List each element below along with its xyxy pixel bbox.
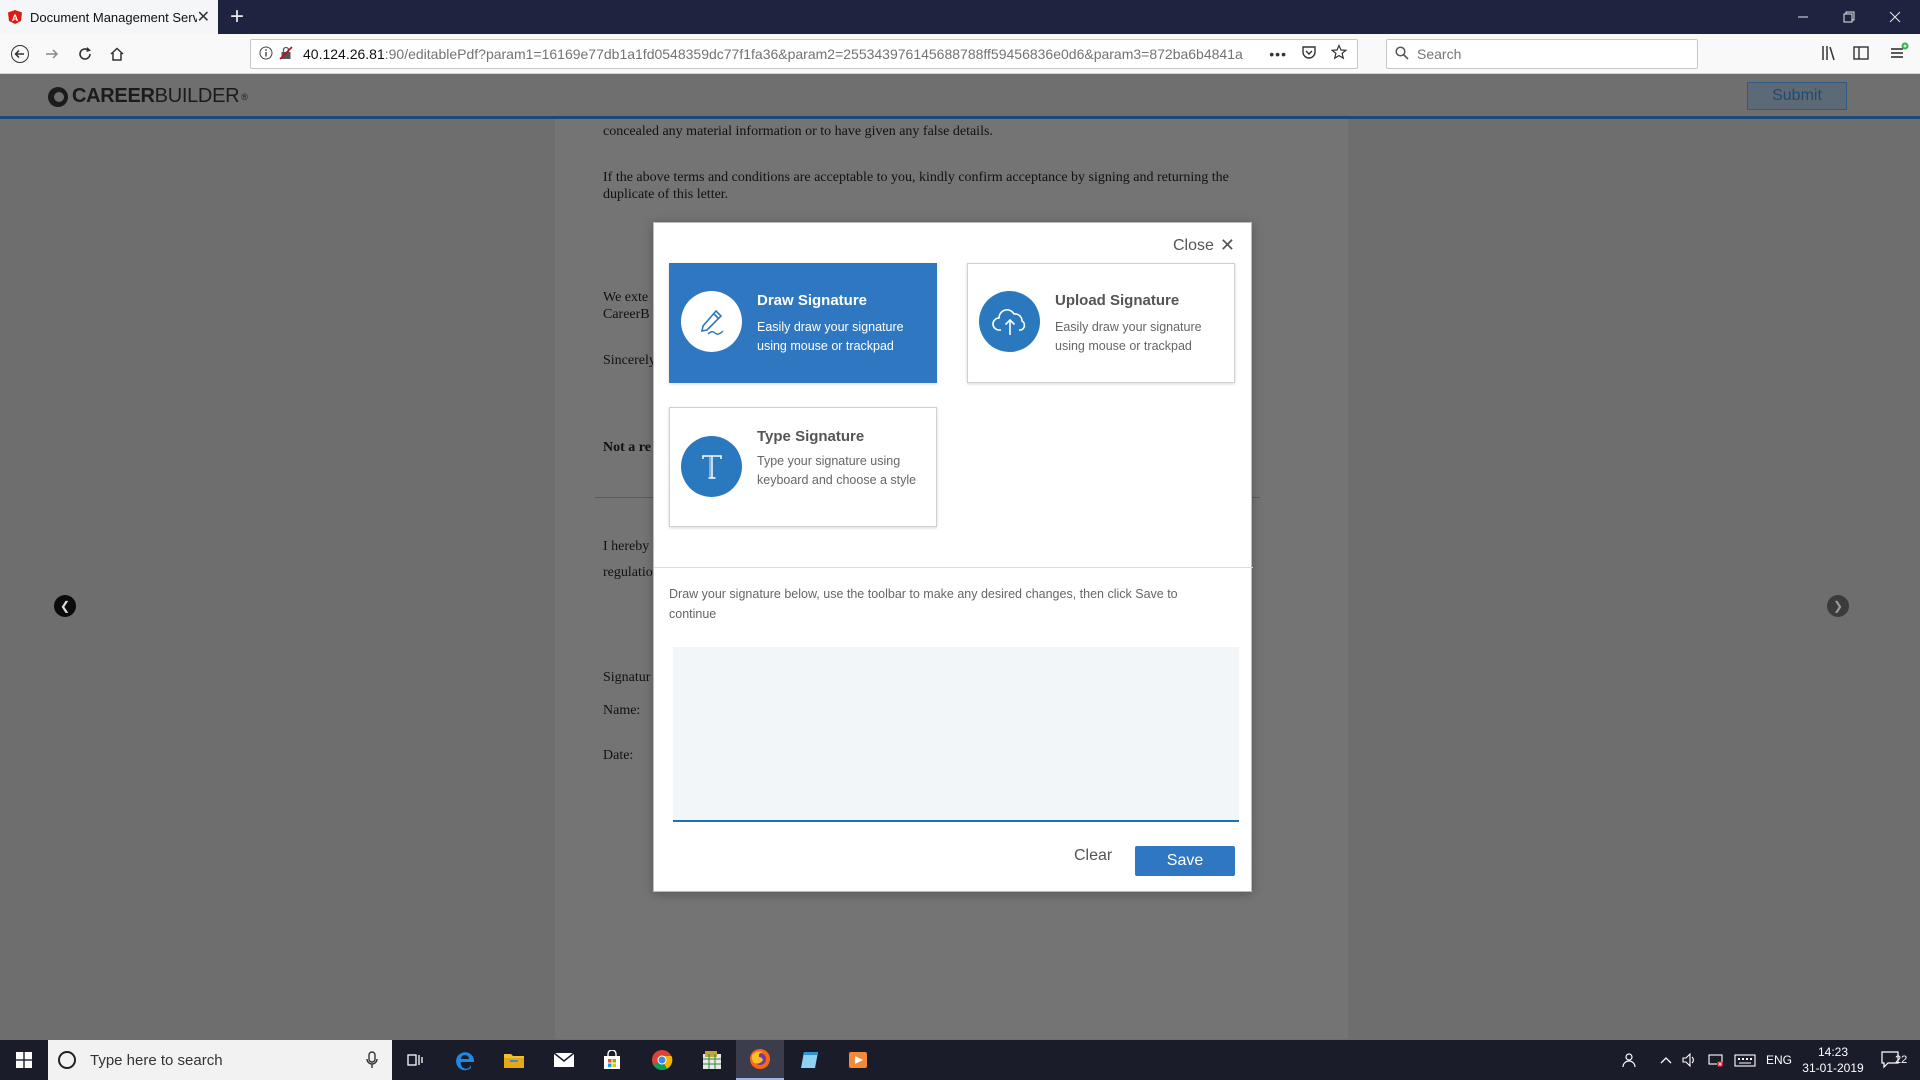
keyboard-icon[interactable] [1734,1040,1756,1080]
cortana-icon [58,1051,76,1069]
browser-titlebar: A Document Management Servic ✕ + [0,0,1920,34]
browser-navbar: 40.124.26.81:90/editablePdf?param1=16169… [0,34,1920,74]
notepad-icon[interactable] [786,1040,834,1080]
clear-button[interactable]: Clear [1074,847,1112,865]
option-description: Easily draw your signature using mouse o… [757,320,904,353]
site-header: CAREER BUILDER ® Submit [0,74,1920,119]
store-icon[interactable] [588,1040,636,1080]
pen-icon [681,291,742,352]
search-icon [1395,45,1409,63]
insecure-lock-icon[interactable] [279,45,293,63]
logo-text-regular: BUILDER [154,85,240,107]
info-icon[interactable] [259,46,273,63]
task-view-icon[interactable] [392,1040,440,1080]
url-path: :90/editablePdf?param1=16169e77db1a1fd05… [384,46,1243,62]
upload-signature-option[interactable]: Upload Signature Easily draw your signat… [967,263,1235,383]
taskbar-search[interactable]: Type here to search [48,1040,392,1080]
logo-registered: ® [241,91,248,102]
minimize-button[interactable] [1780,0,1826,34]
close-label: Close [1173,236,1214,254]
mail-icon[interactable] [540,1040,588,1080]
draw-signature-option[interactable]: Draw Signature Easily draw your signatur… [669,263,937,383]
clock-time: 14:23 [1817,1045,1849,1059]
close-button[interactable]: Close ✕ [1173,235,1235,256]
spreadsheet-app-icon[interactable] [688,1040,736,1080]
logo-mark-icon [48,86,68,107]
home-button[interactable] [103,40,131,68]
signature-modal: Close ✕ Draw Signature Easily draw your … [653,222,1253,892]
taskbar-search-placeholder: Type here to search [90,1051,223,1069]
language-indicator[interactable]: ENG [1766,1040,1792,1080]
firefox-icon[interactable] [736,1040,784,1080]
option-title: Type Signature [757,428,865,445]
pocket-icon[interactable] [1301,44,1317,63]
doc-paragraph: concealed any material information or to… [603,124,993,139]
angular-favicon-icon: A [8,10,22,24]
search-box[interactable] [1386,39,1698,69]
sidebar-icon[interactable] [1852,44,1870,62]
microphone-icon[interactable] [366,1051,378,1072]
signature-canvas[interactable] [673,647,1239,822]
new-tab-button[interactable]: + [230,3,244,31]
chrome-icon[interactable] [638,1040,686,1080]
edge-icon[interactable] [442,1040,490,1080]
tab-close-icon[interactable]: ✕ [197,7,210,27]
modal-divider [654,567,1253,568]
network-icon[interactable] [1708,1040,1724,1080]
restore-button[interactable] [1826,0,1872,34]
back-button[interactable] [6,40,34,68]
svg-text:A: A [12,13,19,23]
save-button[interactable]: Save [1135,846,1235,876]
browser-tab[interactable]: A Document Management Servic ✕ [0,0,218,34]
people-icon[interactable] [1622,1040,1638,1080]
draw-instructions: Draw your signature below, use the toolb… [669,587,1178,621]
notification-count: 22 [1895,1054,1908,1066]
file-explorer-icon[interactable] [490,1040,538,1080]
option-title: Upload Signature [1055,292,1180,309]
volume-icon[interactable] [1682,1040,1698,1080]
next-page-arrow-icon[interactable]: ❯ [1827,595,1849,617]
submit-button[interactable]: Submit [1747,82,1847,110]
option-description: Easily draw your signature using mouse o… [1055,320,1202,353]
menu-icon[interactable] [1888,42,1910,64]
reload-button[interactable] [71,40,99,68]
forward-button[interactable] [38,40,66,68]
library-icon[interactable] [1820,44,1838,62]
tab-title: Document Management Servic [30,9,197,25]
option-title: Draw Signature [757,292,868,309]
url-text[interactable]: 40.124.26.81:90/editablePdf?param1=16169… [303,46,1268,62]
windows-taskbar: Type here to search ENG 14:23 31-01-2019… [0,1040,1920,1080]
type-text-icon [681,436,742,497]
system-clock[interactable]: 14:23 31-01-2019 [1798,1044,1868,1076]
cloud-upload-icon [979,291,1040,352]
careerbuilder-logo: CAREER BUILDER ® [48,85,248,108]
url-bar[interactable]: 40.124.26.81:90/editablePdf?param1=16169… [250,39,1358,69]
logo-text-bold: CAREER [72,85,155,107]
doc-paragraph: If the above terms and conditions are ac… [603,170,1229,202]
bookmark-star-icon[interactable] [1330,44,1348,63]
previous-page-arrow-icon[interactable]: ❮ [54,595,76,617]
windows-start-icon[interactable] [0,1040,48,1080]
close-window-button[interactable] [1872,0,1918,34]
url-host: 40.124.26.81 [303,46,385,62]
close-icon[interactable]: ✕ [1220,235,1235,256]
type-signature-option[interactable]: Type Signature Type your signature using… [669,407,937,527]
media-player-icon[interactable] [834,1040,882,1080]
search-input[interactable] [1417,46,1687,62]
page-actions-icon[interactable]: ••• [1269,46,1287,62]
clock-date: 31-01-2019 [1802,1061,1864,1075]
show-hidden-icons-icon[interactable] [1660,1040,1672,1080]
option-description: Type your signature using keyboard and c… [757,454,917,487]
